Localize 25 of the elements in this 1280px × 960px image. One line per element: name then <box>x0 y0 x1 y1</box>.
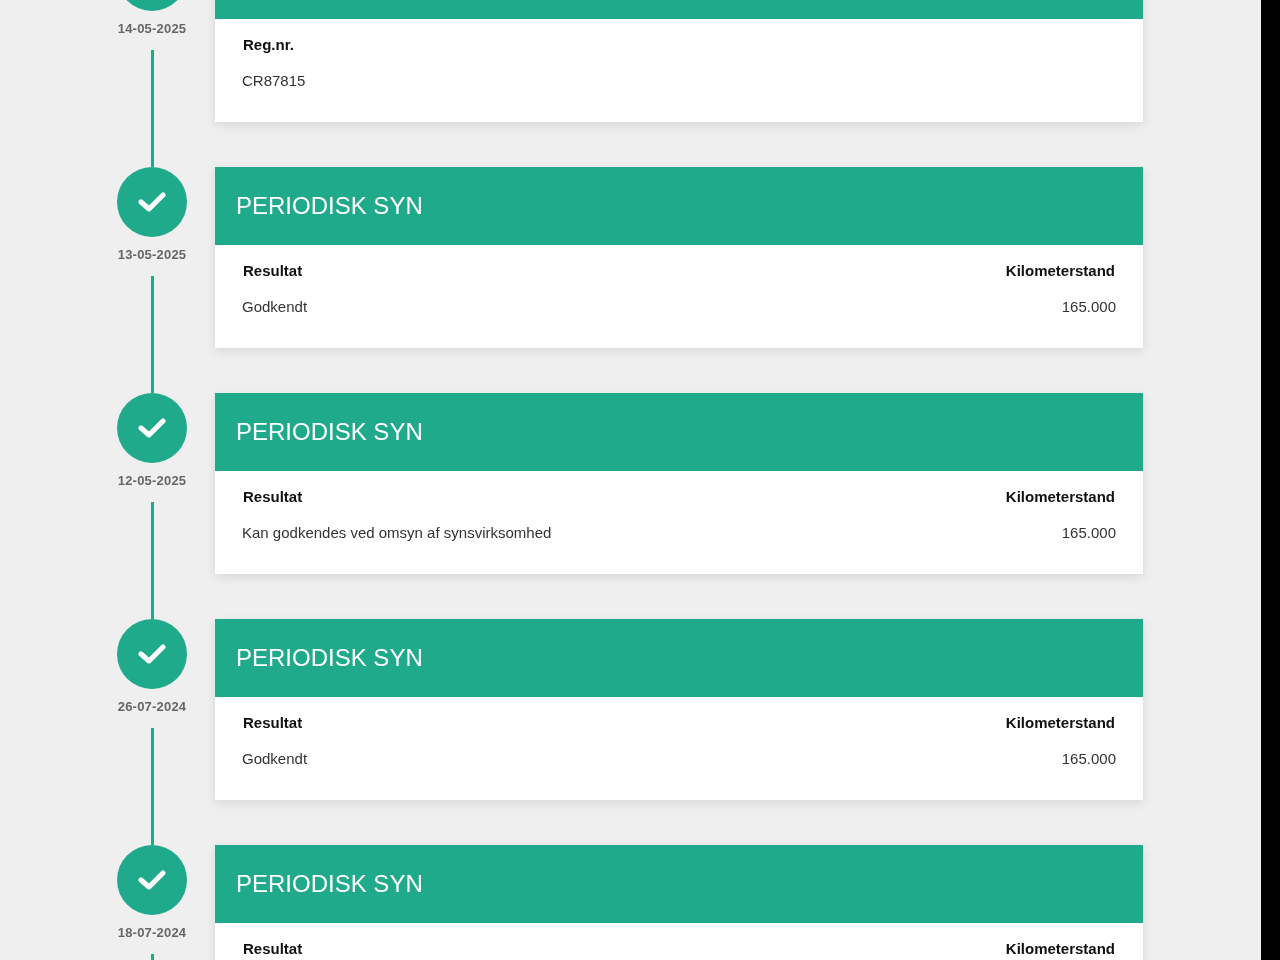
card-title: PERIODISK SYN <box>236 870 423 898</box>
timeline-date: 13-05-2025 <box>117 247 187 262</box>
card-title: PERIODISK SYN <box>236 192 423 220</box>
field-label: Kilometerstand <box>1004 714 1116 731</box>
card-title: PERIODISK SYN <box>236 418 423 446</box>
timeline-date: 12-05-2025 <box>117 473 187 488</box>
field-label: Reg.nr. <box>242 36 295 53</box>
timeline-date: 14-05-2025 <box>117 21 187 36</box>
field-label: Resultat <box>242 940 304 957</box>
field-label: Kilometerstand <box>1004 262 1116 279</box>
timeline-date: 18-07-2024 <box>117 925 187 940</box>
field-label: Kilometerstand <box>1004 940 1116 957</box>
field-value: 165.000 <box>1061 298 1116 315</box>
field-value: Kan godkendes ved omsyn af synsvirksomhed <box>242 524 552 541</box>
timeline-date: 26-07-2024 <box>117 699 187 714</box>
field-label: Resultat <box>242 262 304 279</box>
card-title: PERIODISK SYN <box>236 644 423 672</box>
field-value: 165.000 <box>1061 750 1116 767</box>
field-value: Godkendt <box>242 750 308 767</box>
field-label: Resultat <box>242 488 304 505</box>
field-value: Godkendt <box>242 298 308 315</box>
field-value: 165.000 <box>1061 524 1116 541</box>
field-label: Kilometerstand <box>1004 488 1116 505</box>
field-value: CR87815 <box>242 72 306 89</box>
field-label: Resultat <box>242 714 304 731</box>
